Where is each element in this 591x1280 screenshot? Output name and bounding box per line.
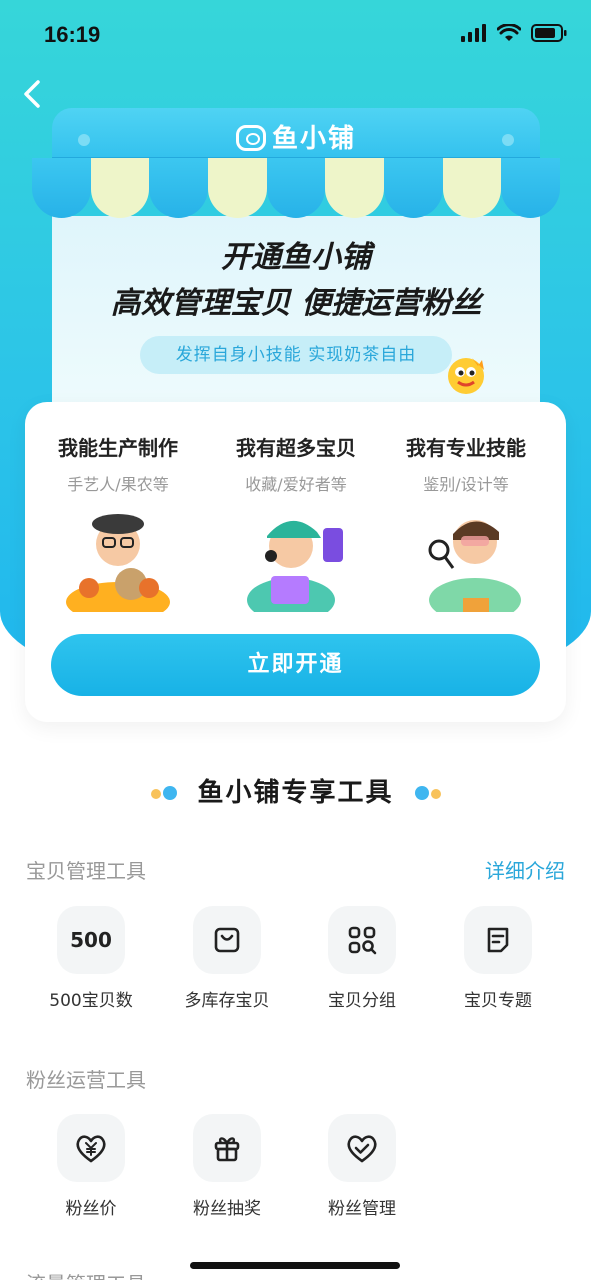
tool-fan-management[interactable]: 粉丝管理: [302, 1114, 422, 1219]
decor-dots-icon: [415, 786, 441, 800]
document-icon: [487, 927, 509, 953]
tool-icon-bg: [193, 1114, 261, 1182]
craftsman-illustration: [66, 514, 170, 612]
group-label-traffic-tools: 流量管理工具: [26, 1268, 146, 1280]
headline-secondary: 高效管理宝贝 便捷运营粉丝: [110, 286, 482, 321]
headline-primary: 开通鱼小铺: [221, 240, 371, 275]
home-indicator[interactable]: [190, 1262, 400, 1269]
tool-item-groups[interactable]: 宝贝分组: [302, 906, 422, 1011]
status-icons: [461, 24, 567, 42]
signal-icon: [461, 24, 486, 42]
tool-label: 500宝贝数: [49, 991, 133, 1011]
detail-intro-link[interactable]: 详细介绍: [485, 855, 565, 884]
slogan-pill: 发挥自身小技能 实现奶茶自由: [140, 336, 452, 374]
tool-icon-bg: [193, 906, 261, 974]
status-bar: 16:19: [0, 0, 591, 70]
tool-label: 粉丝管理: [328, 1199, 396, 1219]
shop-sign: 鱼小铺: [52, 108, 540, 160]
exclusive-tools-title: 鱼小铺专享工具: [197, 778, 394, 808]
group-label-fan-tools: 粉丝运营工具: [26, 1068, 146, 1092]
feature-title: 我有超多宝贝: [236, 436, 356, 460]
tool-500-items[interactable]: 500 500宝贝数: [31, 906, 151, 1011]
status-time: 16:19: [44, 22, 101, 47]
expert-illustration: [428, 520, 521, 612]
chevron-left-icon: [24, 80, 40, 108]
feature-column-collector: 我有超多宝贝 收藏/爱好者等: [211, 432, 381, 495]
tool-fan-price[interactable]: 粉丝价: [31, 1114, 151, 1219]
mascot-fish-icon: [448, 358, 484, 394]
heart-yen-icon: [76, 1135, 106, 1163]
wifi-icon: [497, 24, 521, 41]
tool-label: 粉丝价: [65, 1199, 117, 1219]
battery-icon: [531, 24, 567, 42]
fish-logo-icon: [235, 125, 266, 151]
collector-illustration: [247, 520, 343, 612]
feature-subtitle: 手艺人/果农等: [67, 475, 169, 494]
tool-label: 多库存宝贝: [184, 991, 270, 1011]
shop-logo: 鱼小铺: [52, 118, 540, 155]
tool-multi-stock[interactable]: 多库存宝贝: [167, 906, 287, 1011]
feature-title: 我能生产制作: [58, 436, 178, 460]
number-500-text: 500: [70, 928, 112, 952]
bag-icon: [214, 927, 240, 953]
shop-logo-text: 鱼小铺: [271, 124, 356, 154]
back-button[interactable]: [16, 76, 52, 112]
activate-now-button[interactable]: 立即开通: [51, 634, 540, 696]
tool-label: 粉丝抽奖: [193, 1199, 261, 1219]
feature-subtitle: 鉴别/设计等: [423, 475, 509, 494]
tool-label: 宝贝专题: [464, 991, 532, 1011]
shop-illustration: 鱼小铺 开通鱼小铺 高效管理宝贝 便捷运营粉丝 发挥自身小技能 实现奶茶自由: [32, 108, 561, 408]
number-500-icon: 500: [57, 906, 125, 974]
tool-label: 宝贝分组: [328, 991, 396, 1011]
feature-card: 我能生产制作 手艺人/果农等 我有超多宝贝 收藏/爱好者等 我有专业技能 鉴别/…: [25, 402, 566, 722]
tool-icon-bg: [328, 906, 396, 974]
group-label-item-tools: 宝贝管理工具: [26, 859, 146, 883]
feature-column-producer: 我能生产制作 手艺人/果农等: [33, 432, 203, 495]
heart-check-icon: [347, 1135, 377, 1163]
feature-subtitle: 收藏/爱好者等: [245, 475, 347, 494]
gift-icon: [214, 1137, 240, 1162]
feature-column-expert: 我有专业技能 鉴别/设计等: [381, 432, 551, 495]
tool-icon-bg: [57, 1114, 125, 1182]
tool-icon-bg: [464, 906, 532, 974]
tool-icon-bg: [328, 1114, 396, 1182]
tool-fan-lottery[interactable]: 粉丝抽奖: [167, 1114, 287, 1219]
feature-title: 我有专业技能: [406, 436, 526, 460]
tool-item-topics[interactable]: 宝贝专题: [438, 906, 558, 1011]
grid-search-icon: [348, 926, 377, 955]
shop-awning: [32, 158, 561, 218]
